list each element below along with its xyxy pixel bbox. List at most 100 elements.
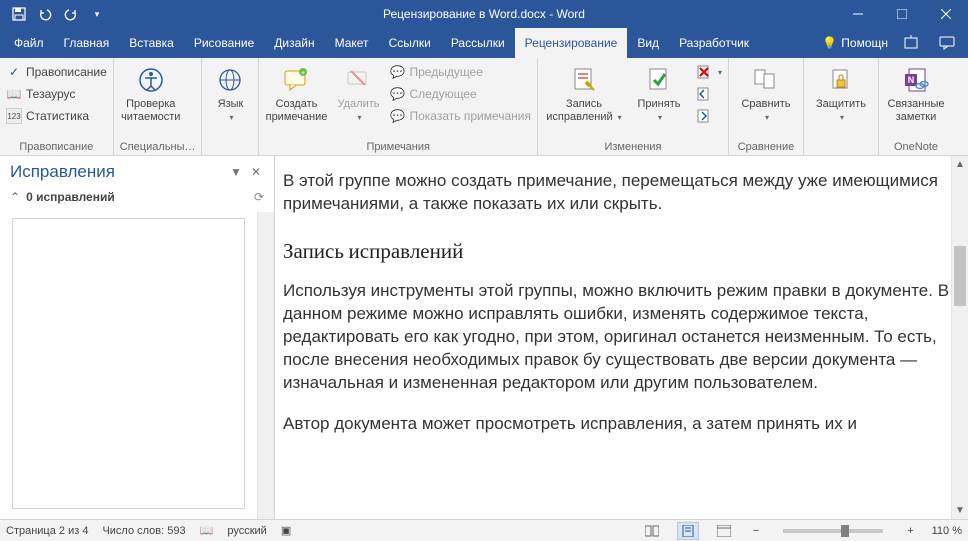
group-language: Язык▾ <box>202 58 259 155</box>
document-area[interactable]: В этой группе можно создать примечание, … <box>275 156 968 519</box>
group-comments: + Создать примечание Удалить▾ 💬Предыдуще… <box>259 58 538 155</box>
group-compare: Сравнить▾ Сравнение <box>729 58 804 155</box>
spelling-button[interactable]: ✓Правописание <box>6 62 107 82</box>
delete-comment-icon <box>342 64 374 96</box>
group-accessibility: Проверка читаемости Специальны… <box>114 58 203 155</box>
reject-button[interactable]: ▾ <box>696 62 722 82</box>
undo-icon[interactable] <box>34 3 56 25</box>
linked-notes-button[interactable]: N Связанные заметки <box>885 62 947 124</box>
zoom-in-button[interactable]: + <box>903 525 917 537</box>
statistics-button[interactable]: 123Статистика <box>6 106 107 126</box>
next-change-button[interactable] <box>696 106 722 126</box>
svg-text:N: N <box>908 75 915 85</box>
tab-home[interactable]: Главная <box>54 28 120 58</box>
lock-icon <box>825 64 857 96</box>
maximize-button[interactable] <box>880 0 924 28</box>
globe-icon <box>214 64 246 96</box>
word-count[interactable]: Число слов: 593 <box>102 525 185 537</box>
print-layout-button[interactable] <box>677 522 699 540</box>
compare-button[interactable]: Сравнить▾ <box>735 62 797 124</box>
new-comment-icon: + <box>280 64 312 96</box>
accessibility-check-button[interactable]: Проверка читаемости <box>120 62 182 124</box>
tab-layout[interactable]: Макет <box>325 28 379 58</box>
window-title: Рецензирование в Word.docx - Word <box>383 7 585 21</box>
tab-view[interactable]: Вид <box>627 28 669 58</box>
track-changes-button[interactable]: Запись исправлений ▾ <box>544 62 624 124</box>
paragraph: Автор документа может просмотреть исправ… <box>283 413 960 436</box>
prev-comment-icon: 💬 <box>389 64 405 80</box>
statusbar: Страница 2 из 4 Число слов: 593 📖 русски… <box>0 519 968 541</box>
refresh-icon[interactable]: ⟳ <box>254 190 264 204</box>
group-tracking: Запись исправлений ▾ Принять▾ ▾ Изменени… <box>538 58 729 155</box>
previous-comment-button[interactable]: 💬Предыдущее <box>389 62 531 82</box>
vertical-scrollbar[interactable]: ▲ ▼ <box>951 156 968 519</box>
prev-change-icon <box>696 86 712 102</box>
workarea: Исправления ▼ ✕ ⌃ 0 исправлений ⟳ В этой… <box>0 156 968 519</box>
tab-design[interactable]: Дизайн <box>264 28 324 58</box>
language-indicator[interactable]: русский <box>227 525 266 537</box>
onenote-icon: N <box>900 64 932 96</box>
revisions-pane: Исправления ▼ ✕ ⌃ 0 исправлений ⟳ <box>0 156 275 519</box>
read-mode-button[interactable] <box>641 522 663 540</box>
tab-insert[interactable]: Вставка <box>119 28 184 58</box>
collapse-icon[interactable]: ⌃ <box>10 190 20 204</box>
previous-change-button[interactable] <box>696 84 722 104</box>
zoom-slider[interactable] <box>783 529 883 533</box>
new-comment-button[interactable]: + Создать примечание <box>265 62 327 124</box>
spell-check-status-icon[interactable]: 📖 <box>200 524 214 537</box>
accessibility-icon <box>135 64 167 96</box>
revisions-pane-title: Исправления <box>10 162 226 182</box>
show-comments-button[interactable]: 💬Показать примечания <box>389 106 531 126</box>
book-icon: 📖 <box>6 86 22 102</box>
tab-draw[interactable]: Рисование <box>184 28 264 58</box>
zoom-thumb[interactable] <box>841 525 849 537</box>
reject-icon <box>696 64 712 80</box>
macro-status-icon[interactable]: ▣ <box>281 524 291 537</box>
redo-icon[interactable] <box>60 3 82 25</box>
protect-button[interactable]: Защитить▾ <box>810 62 872 124</box>
ribbon: ✓Правописание 📖Тезаурус 123Статистика Пр… <box>0 58 968 156</box>
revisions-pane-close[interactable]: ✕ <box>246 162 266 182</box>
web-layout-button[interactable] <box>713 522 735 540</box>
qat-customize-icon[interactable]: ▾ <box>86 3 108 25</box>
scroll-down-icon[interactable]: ▼ <box>952 502 968 519</box>
scroll-up-icon[interactable]: ▲ <box>952 156 968 173</box>
compare-icon <box>750 64 782 96</box>
tell-me[interactable]: 💡 Помощн <box>822 36 888 50</box>
show-comments-icon: 💬 <box>389 108 405 124</box>
check-abc-icon: ✓ <box>6 64 22 80</box>
delete-comment-button[interactable]: Удалить▾ <box>331 62 385 124</box>
revisions-scrollbar[interactable] <box>257 212 274 519</box>
revisions-pane-menu[interactable]: ▼ <box>226 162 246 182</box>
comments-icon[interactable] <box>934 30 960 56</box>
ribbon-tabs: Файл Главная Вставка Рисование Дизайн Ма… <box>0 28 968 58</box>
group-protect: Защитить▾ <box>804 58 879 155</box>
tab-references[interactable]: Ссылки <box>379 28 441 58</box>
tab-file[interactable]: Файл <box>4 28 54 58</box>
group-onenote: N Связанные заметки OneNote <box>879 58 953 155</box>
zoom-level[interactable]: 110 % <box>932 525 962 537</box>
group-proofing: ✓Правописание 📖Тезаурус 123Статистика Пр… <box>0 58 114 155</box>
svg-text:+: + <box>301 70 305 77</box>
next-comment-icon: 💬 <box>389 86 405 102</box>
heading: Запись исправлений <box>283 238 960 266</box>
revisions-list <box>12 218 245 509</box>
paragraph: Используя инструменты этой группы, можно… <box>283 280 960 395</box>
accept-icon <box>643 64 675 96</box>
language-button[interactable]: Язык▾ <box>208 62 252 124</box>
share-icon[interactable] <box>898 30 924 56</box>
zoom-out-button[interactable]: − <box>749 525 763 537</box>
thesaurus-button[interactable]: 📖Тезаурус <box>6 84 107 104</box>
accept-button[interactable]: Принять▾ <box>628 62 690 124</box>
page-indicator[interactable]: Страница 2 из 4 <box>6 525 88 537</box>
tab-developer[interactable]: Разработчик <box>669 28 759 58</box>
tab-review[interactable]: Рецензирование <box>515 28 628 58</box>
lightbulb-icon: 💡 <box>822 36 837 50</box>
track-changes-icon <box>568 64 600 96</box>
scroll-thumb[interactable] <box>954 246 966 306</box>
save-icon[interactable] <box>8 3 30 25</box>
tab-mailings[interactable]: Рассылки <box>441 28 515 58</box>
close-button[interactable] <box>924 0 968 28</box>
next-comment-button[interactable]: 💬Следующее <box>389 84 531 104</box>
minimize-button[interactable] <box>836 0 880 28</box>
